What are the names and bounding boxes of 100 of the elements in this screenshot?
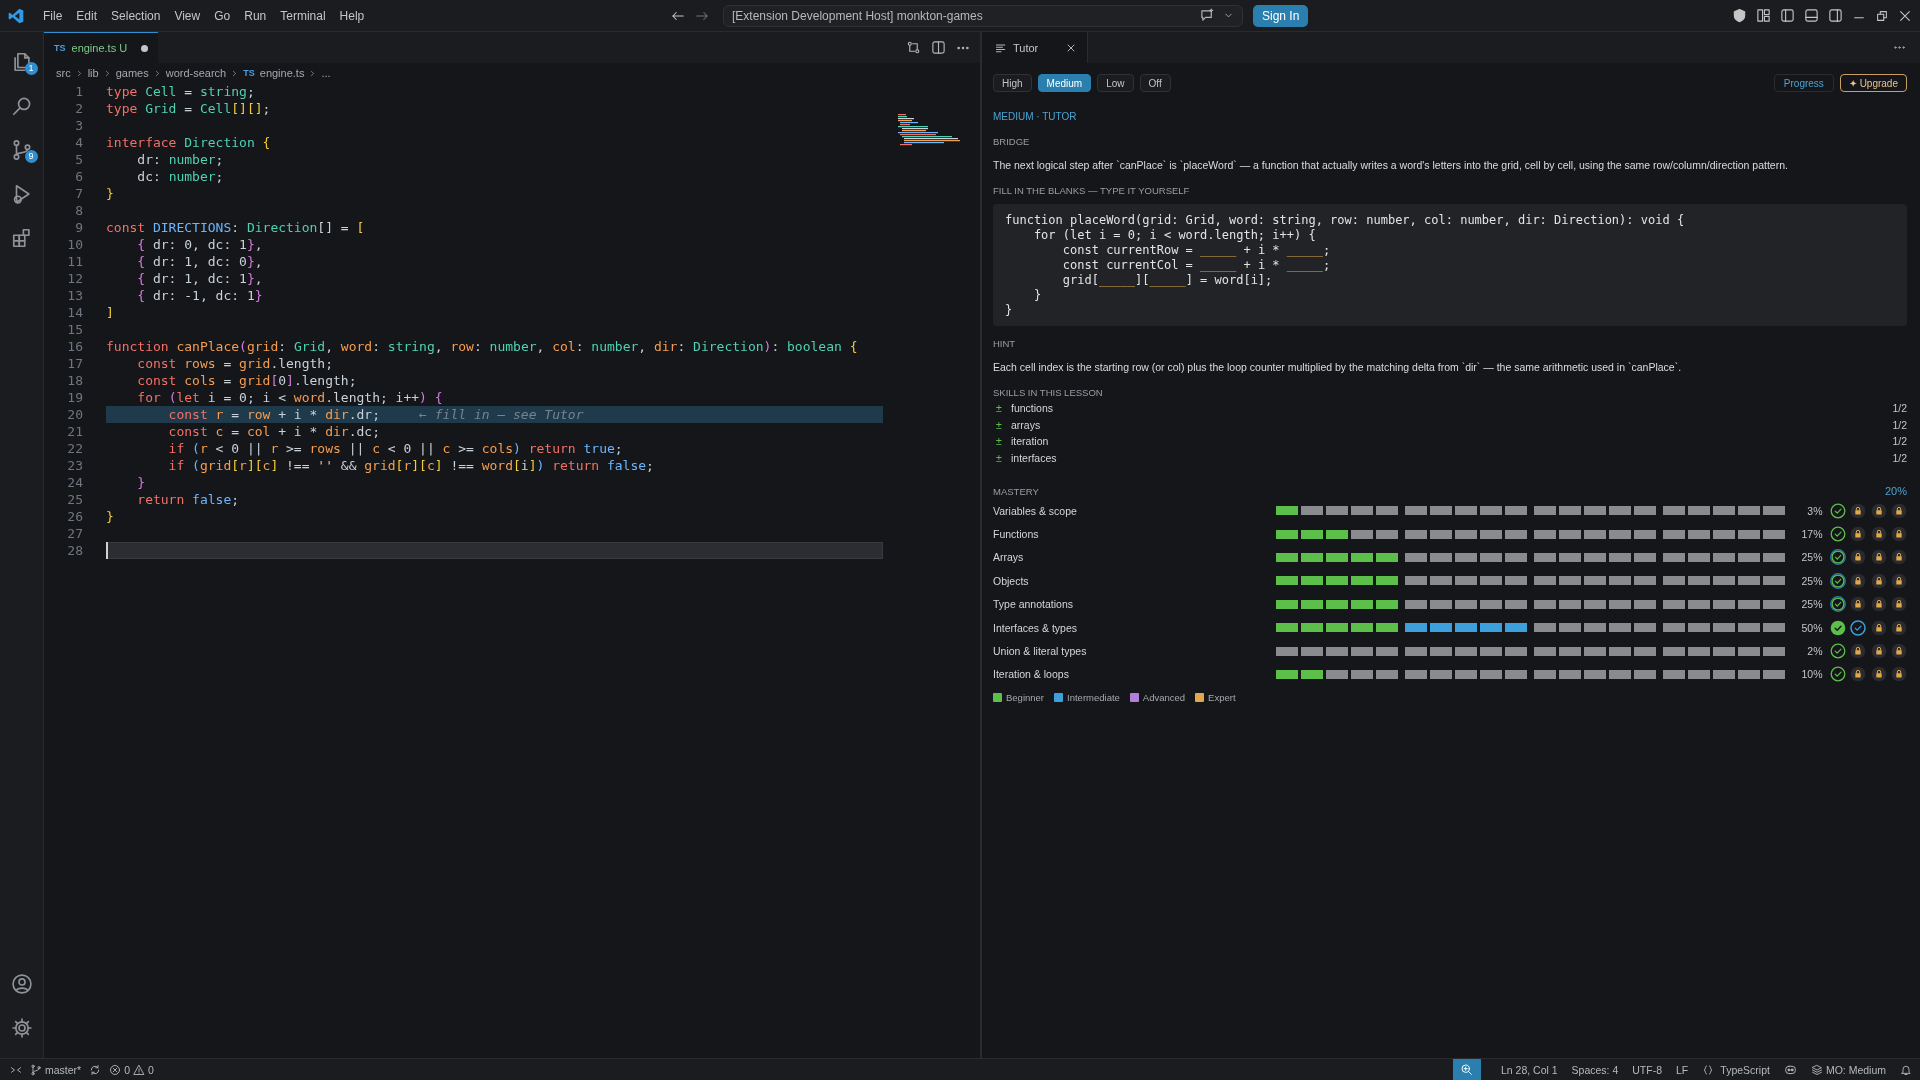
language-status[interactable]: TypeScript — [1702, 1063, 1770, 1076]
mastery-percent: 2% — [1806, 645, 1823, 658]
code-snippet: function placeWord(grid: Grid, word: string, row: number, col: number, dir: Direction): void { for (let i = 0; i < word.length; i++) { const currentRow = _____ + i * _____; const currentCol = _____ + i * _____; grid[_____][_____] = word[i]; } } — [993, 204, 1907, 326]
skill-mark: ± — [995, 402, 1003, 415]
code-line: if (r < 0 || r >= rows || c < 0 || c >= cols) return true; — [167, 440, 624, 457]
count-badge: 9 — [24, 150, 38, 163]
legend-label: Beginner — [1006, 692, 1045, 704]
breadcrumb-item[interactable]: src — [56, 67, 71, 79]
breadcrumb-item[interactable]: lib — [87, 67, 99, 79]
line-number: 7 — [74, 185, 84, 202]
line-number: 16 — [66, 338, 84, 355]
zoom-button[interactable] — [1452, 1059, 1481, 1080]
branch-status[interactable]: master* — [30, 1063, 82, 1076]
layers-icon — [1810, 1063, 1823, 1076]
menu-item[interactable]: File — [37, 5, 69, 26]
line-number: 24 — [66, 474, 84, 491]
skill-name: arrays — [1011, 418, 1041, 431]
search-icon[interactable] — [10, 95, 33, 117]
mastery-percent: 25% — [1800, 551, 1823, 564]
sidebar-left-icon[interactable] — [1780, 8, 1795, 23]
level-button[interactable]: Medium — [1037, 74, 1092, 92]
settings-icon[interactable] — [10, 1017, 33, 1039]
layout-icon[interactable] — [1756, 8, 1771, 23]
level-button[interactable]: Low — [1097, 74, 1134, 92]
breadcrumb-item[interactable]: games — [115, 67, 149, 79]
bell-icon[interactable] — [1900, 1063, 1912, 1076]
split-editor-icon[interactable] — [931, 40, 946, 55]
line-number: 8 — [74, 202, 84, 219]
menu-item[interactable]: Edit — [70, 5, 104, 26]
level-button[interactable]: High — [993, 74, 1032, 92]
tutor-level-status[interactable]: MO: Medium — [1810, 1063, 1886, 1076]
legend-label: Expert — [1208, 692, 1236, 704]
line-ending-status[interactable]: LF — [1676, 1063, 1689, 1076]
line-number: 4 — [74, 134, 84, 151]
line-number: 21 — [66, 423, 84, 440]
menu-item[interactable]: Selection — [105, 5, 167, 26]
restore-icon[interactable] — [1875, 8, 1889, 23]
line-number: 9 — [74, 219, 84, 236]
encoding-status[interactable]: UTF-8 — [1632, 1063, 1663, 1076]
code-line: return false; — [136, 491, 241, 508]
breadcrumb-item[interactable]: TS engine.ts — [243, 67, 305, 79]
line-number: 2 — [74, 100, 84, 117]
menu-item[interactable]: Help — [333, 5, 371, 26]
menu-item[interactable]: Run — [238, 5, 273, 26]
line-number: 3 — [74, 117, 84, 134]
skill-mark: ± — [995, 418, 1003, 431]
minimap-drawing — [898, 114, 960, 148]
line-number: 15 — [66, 321, 84, 338]
account-icon[interactable] — [10, 973, 33, 995]
mastery-percent: 50% — [1800, 621, 1823, 634]
code-line: const cols = grid[0].length; — [136, 372, 358, 389]
sync-icon[interactable] — [89, 1063, 102, 1076]
panel-bottom-icon[interactable] — [1804, 8, 1819, 23]
panel-tab[interactable]: Tutor — [982, 32, 1088, 63]
chat-sparkle-icon — [1200, 8, 1215, 23]
section-heading: HINT — [993, 338, 1017, 349]
upgrade-button[interactable]: ✦ Upgrade — [1839, 74, 1907, 92]
warning-icon — [133, 1063, 146, 1076]
cursor-position[interactable]: Ln 28, Col 1 — [1500, 1063, 1558, 1076]
skill-label: Interfaces & types — [993, 621, 1079, 634]
skill-label: Union & literal types — [993, 645, 1088, 658]
section-heading: BRIDGE — [993, 136, 1031, 147]
legend-label: Advanced — [1142, 692, 1186, 704]
line-number: 19 — [66, 389, 84, 406]
code-line: if (grid[r][c] !== '' && grid[r][c] !== word[i]) return false; — [167, 457, 655, 474]
editor-tab[interactable]: TS engine.ts U — [44, 32, 159, 63]
shield-icon[interactable] — [1732, 8, 1747, 23]
code-line: const rows = grid.length; — [136, 355, 334, 372]
compare-changes-icon[interactable] — [906, 40, 921, 55]
menu-item[interactable]: View — [168, 5, 207, 26]
skill-name: interfaces — [1011, 451, 1057, 464]
menu-item[interactable]: Terminal — [274, 5, 332, 26]
extensions-icon[interactable] — [10, 227, 33, 249]
menu-item[interactable]: Go — [208, 5, 237, 26]
progress-button[interactable]: Progress — [1773, 74, 1834, 92]
line-number: 17 — [66, 355, 84, 372]
line-number: 18 — [66, 372, 84, 389]
code-line: { dr: -1, dc: 1} — [136, 287, 264, 304]
section-heading: FILL IN THE BLANKS — TYPE IT YOURSELF — [993, 185, 1191, 196]
level-button[interactable]: Off — [1139, 74, 1171, 92]
breadcrumb-item[interactable]: word-search — [165, 67, 227, 79]
mode-label: MEDIUM · TUTOR — [993, 111, 1078, 122]
line-number: 14 — [66, 304, 84, 321]
breadcrumb-item[interactable]: ... — [321, 67, 331, 79]
code-line: function canPlace(grid: Grid, word: string, row: number, col: number, dir: Direction): boolean { — [106, 338, 859, 355]
code-line: { dr: 0, dc: 1}, — [136, 236, 264, 253]
sign-in-button[interactable]: Sign In — [1253, 4, 1309, 27]
line-number: 6 — [74, 168, 84, 185]
sidebar-right-icon[interactable] — [1828, 8, 1843, 23]
command-center[interactable]: [Extension Development Host] monkton-games — [723, 4, 1243, 27]
indentation-status[interactable]: Spaces: 4 — [1571, 1063, 1619, 1076]
problems-status[interactable]: 0 0 — [109, 1063, 154, 1076]
skill-mark: ± — [995, 451, 1003, 464]
overall-percent: 20% — [1884, 485, 1907, 497]
line-number: 1 — [74, 83, 84, 100]
close-icon[interactable] — [1898, 8, 1912, 23]
mastery-percent: 10% — [1800, 668, 1823, 681]
section-heading: MASTERY — [993, 486, 1039, 497]
code-line: dc: number; — [136, 168, 225, 185]
list-icon — [995, 41, 1007, 54]
